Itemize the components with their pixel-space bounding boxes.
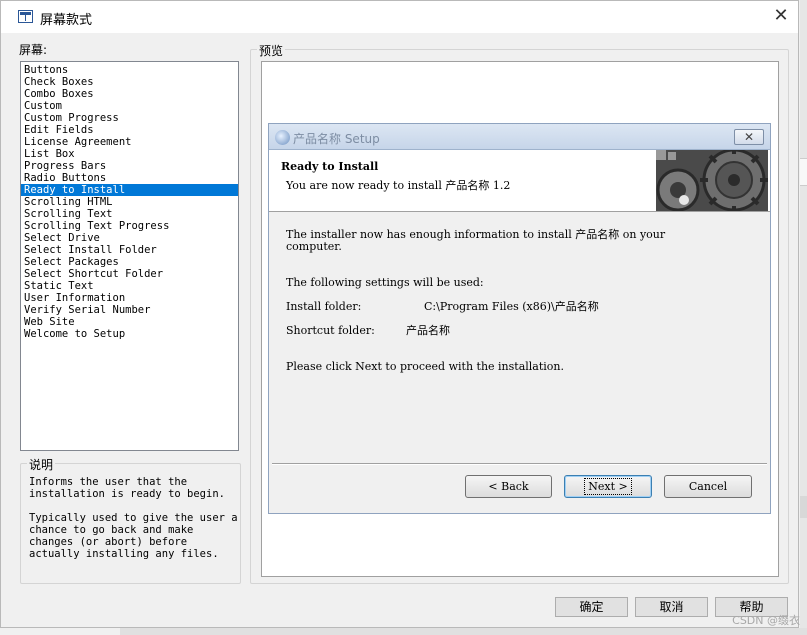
preview-label: 预览 bbox=[257, 42, 286, 59]
gears-banner-image bbox=[656, 150, 768, 211]
background-window-edge-item bbox=[800, 158, 807, 186]
header-subtitle: You are now ready to install 产品名称 1.2 bbox=[286, 179, 511, 192]
installer-close-icon[interactable]: ✕ bbox=[734, 129, 764, 145]
background-window-edge bbox=[800, 0, 807, 635]
screens-list-item[interactable]: Check Boxes bbox=[21, 76, 238, 88]
installer-title: 产品名称 Setup bbox=[293, 132, 380, 146]
screens-list-item[interactable]: Combo Boxes bbox=[21, 88, 238, 100]
screens-list-item[interactable]: License Agreement bbox=[21, 136, 238, 148]
cancel-button[interactable]: Cancel bbox=[664, 475, 752, 498]
install-folder-label: Install folder: bbox=[286, 300, 362, 313]
footer-cancel-button[interactable]: 取消 bbox=[635, 597, 708, 617]
shortcut-folder-value: 产品名称 bbox=[406, 324, 450, 337]
screens-list-item[interactable]: Custom Progress bbox=[21, 112, 238, 124]
proceed-text: Please click Next to proceed with the in… bbox=[286, 360, 565, 373]
header-title: Ready to Install bbox=[281, 160, 379, 173]
screens-list[interactable]: Buttons Check Boxes Combo Boxes Custom Custo… bbox=[20, 61, 239, 451]
screens-label: 屏幕: bbox=[19, 43, 48, 57]
screens-list-item[interactable]: Custom bbox=[21, 100, 238, 112]
background-window-bottom bbox=[120, 628, 807, 635]
screens-list-item[interactable]: Select Drive bbox=[21, 232, 238, 244]
background-window-edge-item bbox=[800, 496, 807, 518]
installer-preview-dialog: 产品名称 Setup ✕ Ready to Install You are no… bbox=[268, 123, 771, 514]
screens-list-item[interactable]: Progress Bars bbox=[21, 160, 238, 172]
button-separator bbox=[272, 463, 767, 465]
intro-text: The installer now has enough information… bbox=[286, 228, 666, 253]
screens-list-item[interactable]: Scrolling HTML bbox=[21, 196, 238, 208]
screens-list-item[interactable]: Buttons bbox=[21, 64, 238, 76]
installer-title-bar: 产品名称 Setup ✕ bbox=[269, 124, 770, 150]
window-app-icon bbox=[18, 10, 33, 23]
screens-list-item[interactable]: List Box bbox=[21, 148, 238, 160]
screen-style-dialog: 屏幕款式 ✕ 屏幕: Buttons Check Boxes Combo Boxes… bbox=[0, 0, 799, 628]
shortcut-folder-label: Shortcut folder: bbox=[286, 324, 375, 337]
watermark: CSDN @缀衣 bbox=[732, 614, 800, 627]
back-button-label: < Back bbox=[488, 480, 529, 493]
screens-list-item[interactable]: Select Shortcut Folder bbox=[21, 268, 238, 280]
description-group: 说明 Informs the user that the installatio… bbox=[20, 456, 241, 584]
screens-list-item[interactable]: Select Install Folder bbox=[21, 244, 238, 256]
title-bar: 屏幕款式 ✕ bbox=[1, 1, 798, 33]
installer-header: Ready to Install You are now ready to in… bbox=[269, 150, 770, 212]
settings-intro-text: The following settings will be used: bbox=[286, 276, 484, 289]
description-paragraph-2: Typically used to give the user a chance… bbox=[29, 512, 238, 560]
description-paragraph-1: Informs the user that the installation i… bbox=[29, 476, 225, 500]
description-label: 说明 bbox=[27, 456, 56, 473]
screens-list-item[interactable]: Verify Serial Number bbox=[21, 304, 238, 316]
screens-list-item[interactable]: Edit Fields bbox=[21, 124, 238, 136]
install-folder-value: C:\Program Files (x86)\产品名称 bbox=[424, 300, 599, 313]
setup-icon bbox=[275, 130, 290, 145]
screens-list-item[interactable]: Select Packages bbox=[21, 256, 238, 268]
screens-list-item[interactable]: Scrolling Text Progress bbox=[21, 220, 238, 232]
next-button-label: Next > bbox=[584, 478, 632, 495]
screens-list-item[interactable]: Welcome to Setup bbox=[21, 328, 238, 340]
next-button[interactable]: Next > bbox=[564, 475, 652, 498]
cancel-button-label: Cancel bbox=[688, 480, 728, 493]
screens-list-item[interactable]: Ready to Install bbox=[21, 184, 238, 196]
close-icon[interactable]: ✕ bbox=[772, 7, 790, 25]
window-title: 屏幕款式 bbox=[40, 13, 93, 28]
screens-list-item[interactable]: Scrolling Text bbox=[21, 208, 238, 220]
screens-list-item[interactable]: User Information bbox=[21, 292, 238, 304]
screens-list-item[interactable]: Static Text bbox=[21, 280, 238, 292]
screens-list-item[interactable]: Radio Buttons bbox=[21, 172, 238, 184]
screens-list-item[interactable]: Web Site bbox=[21, 316, 238, 328]
ok-button[interactable]: 确定 bbox=[555, 597, 628, 617]
back-button[interactable]: < Back bbox=[465, 475, 552, 498]
